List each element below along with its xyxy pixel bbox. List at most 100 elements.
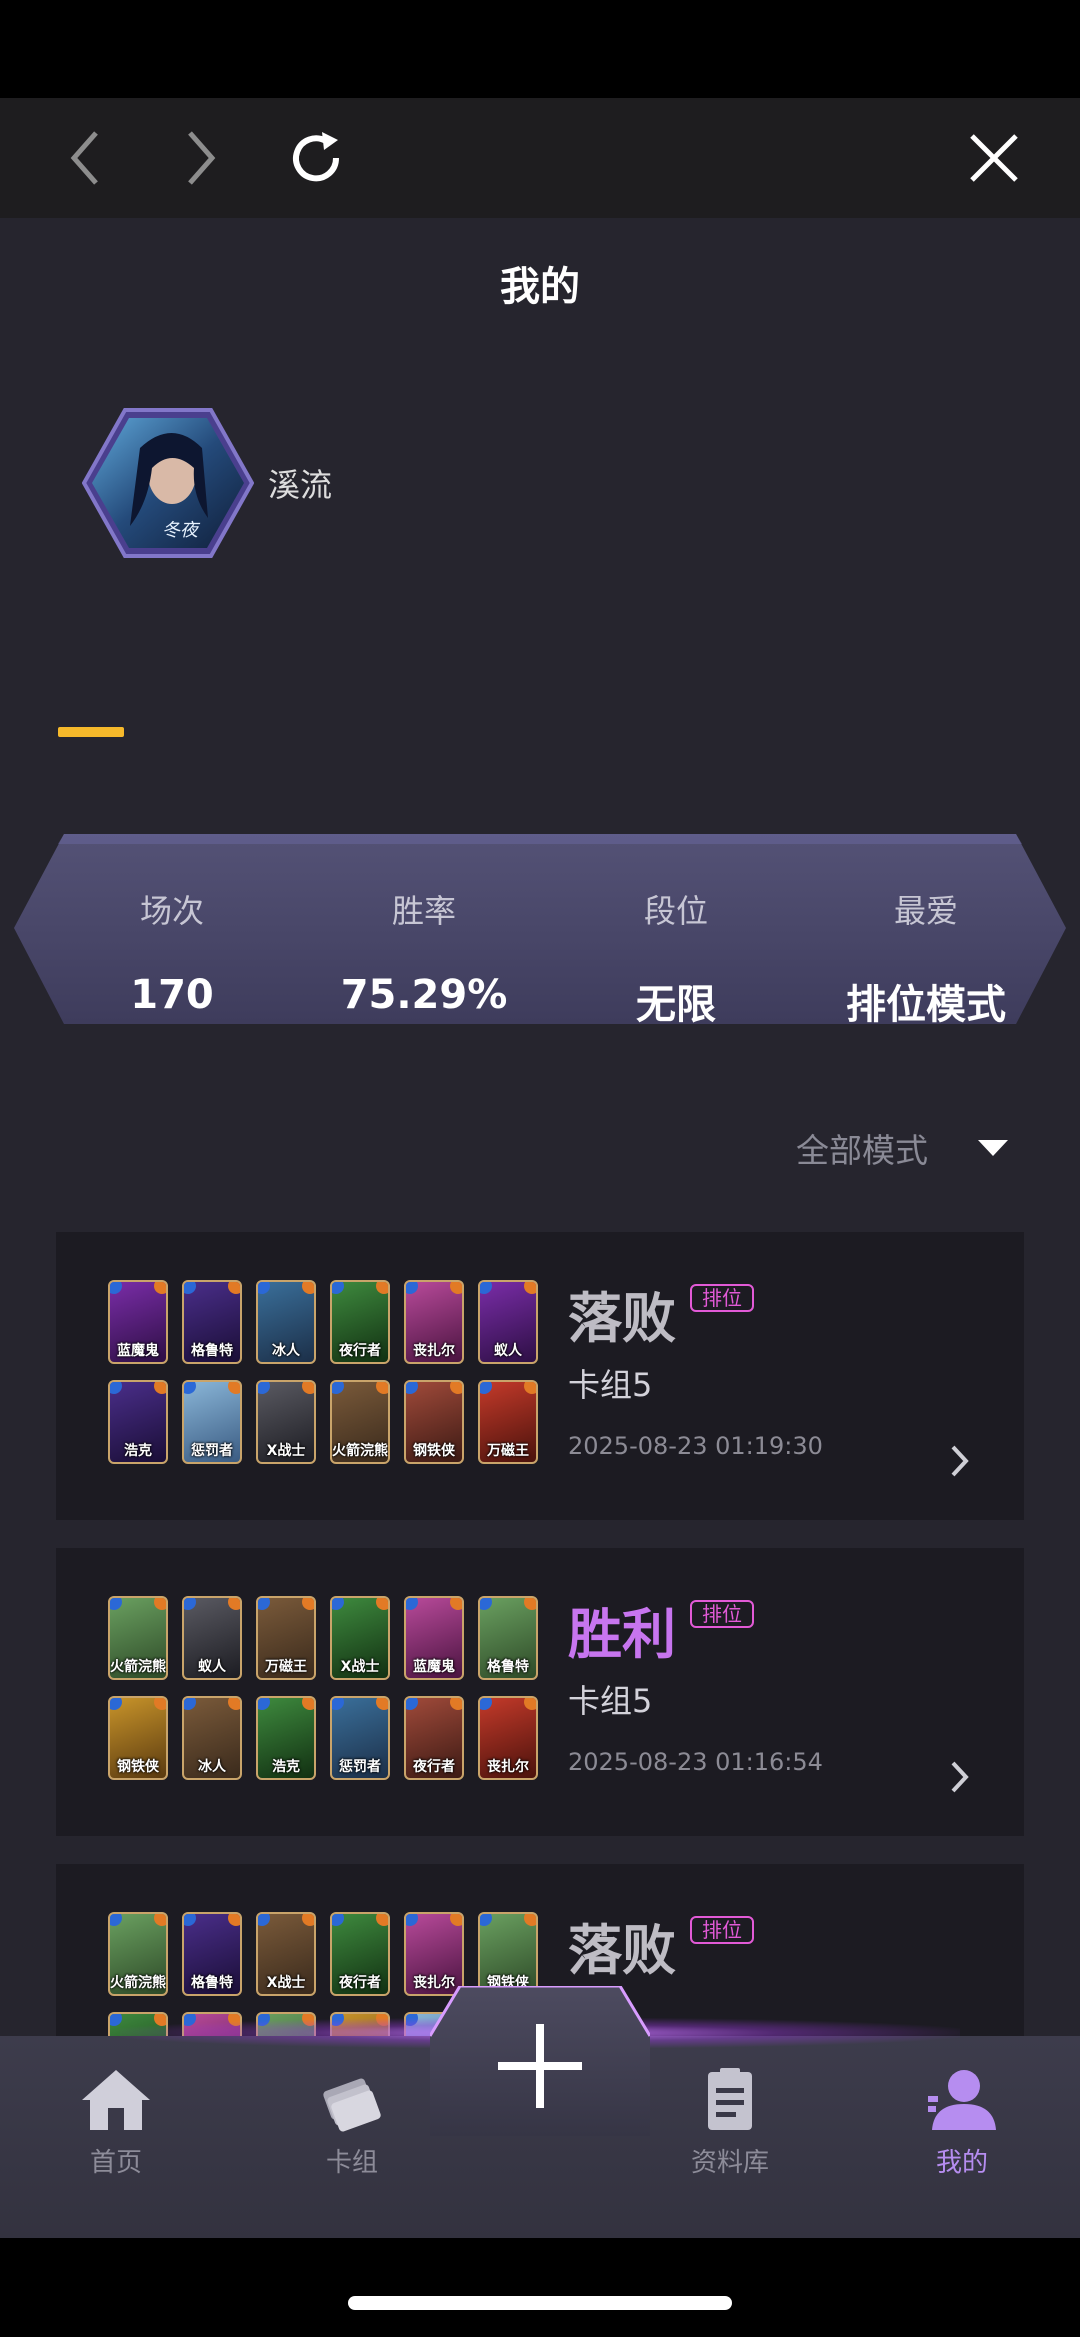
deck-card: 丧扎尔 — [404, 1280, 464, 1364]
deck-card: 格鲁特 — [478, 1596, 538, 1680]
deck-card: X战士 — [256, 1912, 316, 1996]
mode-filter-dropdown[interactable]: 全部模式 — [796, 1118, 1008, 1178]
home-indicator-area — [0, 2238, 1080, 2337]
card-name: 浩克 — [124, 1443, 152, 1459]
deck-card: 火箭浣熊 — [108, 1912, 168, 1996]
forward-button[interactable] — [160, 118, 240, 198]
match-result: 落败 — [568, 1919, 676, 1982]
deck-card: 惩罚者 — [182, 1380, 242, 1464]
deck-card: 丧扎尔 — [404, 1912, 464, 1996]
nav-library[interactable]: 资料库 — [650, 2068, 810, 2198]
power-icon — [228, 1598, 240, 1610]
username: 溪流 — [268, 466, 333, 504]
power-icon — [524, 1382, 536, 1394]
card-name: 钢铁侠 — [117, 1759, 159, 1775]
card-name: 钢铁侠 — [413, 1443, 455, 1459]
create-button[interactable] — [428, 1984, 652, 2136]
card-name: 蚁人 — [198, 1659, 226, 1675]
power-icon — [228, 1282, 240, 1294]
card-name: 夜行者 — [339, 1975, 381, 1991]
power-icon — [302, 1698, 314, 1710]
svg-text:冬夜: 冬夜 — [162, 520, 201, 541]
card-name: 冰人 — [198, 1759, 226, 1775]
back-button[interactable] — [46, 118, 126, 198]
close-icon — [970, 134, 1018, 182]
card-name: 惩罚者 — [339, 1759, 381, 1775]
match-time: 2025-08-23 01:19:30 — [568, 1432, 823, 1460]
card-name: 冰人 — [272, 1343, 300, 1359]
match-time: 2025-08-23 01:16:54 — [568, 1748, 823, 1776]
card-name: 蚁人 — [494, 1343, 522, 1359]
cost-icon — [480, 1282, 492, 1294]
nav-decks[interactable]: 卡组 — [272, 2068, 432, 2198]
power-icon — [450, 1282, 462, 1294]
cost-icon — [110, 1382, 122, 1394]
deck-card: 火箭浣熊 — [330, 1380, 390, 1464]
reload-button[interactable] — [278, 118, 358, 198]
card-name: 夜行者 — [413, 1759, 455, 1775]
power-icon — [154, 1914, 166, 1926]
card-name: 蓝魔鬼 — [117, 1343, 159, 1359]
stat-rank: 段位 无限 — [556, 834, 796, 1030]
chevron-left-icon — [70, 131, 98, 185]
stat-winrate: 胜率 75.29% — [304, 834, 544, 1018]
power-icon — [302, 1382, 314, 1394]
cost-icon — [480, 1698, 492, 1710]
power-icon — [450, 1598, 462, 1610]
power-icon — [154, 1282, 166, 1294]
power-icon — [302, 1282, 314, 1294]
card-name: 火箭浣熊 — [110, 1659, 166, 1675]
card-name: X战士 — [266, 1975, 306, 1991]
deck-card: 蚁人 — [182, 1596, 242, 1680]
cost-icon — [258, 1698, 270, 1710]
deck-card: 钢铁侠 — [404, 1380, 464, 1464]
power-icon — [228, 1382, 240, 1394]
stat-favorite: 最爱 排位模式 — [806, 834, 1046, 1030]
card-name: 丧扎尔 — [487, 1759, 529, 1775]
card-name: 惩罚者 — [191, 1443, 233, 1459]
deck-card: 格鲁特 — [182, 1912, 242, 1996]
stat-value: 170 — [130, 972, 214, 1018]
cost-icon — [258, 1382, 270, 1394]
power-icon — [524, 1914, 536, 1926]
avatar[interactable]: 冬夜 — [81, 408, 255, 558]
nav-home[interactable]: 首页 — [36, 2068, 196, 2198]
match-result: 胜利 — [568, 1603, 676, 1666]
stat-label: 最爱 — [893, 892, 958, 930]
card-name: 格鲁特 — [487, 1659, 529, 1675]
card-name: 格鲁特 — [191, 1343, 233, 1359]
power-icon — [524, 1698, 536, 1710]
card-name: 蓝魔鬼 — [413, 1659, 455, 1675]
document-icon — [708, 2068, 752, 2130]
power-icon — [376, 1382, 388, 1394]
cost-icon — [480, 1598, 492, 1610]
card-name: 火箭浣熊 — [332, 1443, 388, 1459]
refresh-icon — [293, 132, 340, 182]
nav-label: 首页 — [89, 2148, 142, 2178]
deck-card: 夜行者 — [330, 1912, 390, 1996]
stats-panel: 场次 170 胜率 75.29% 段位 无限 最爱 排位模式 — [14, 834, 1066, 1030]
deck-card: 冰人 — [256, 1280, 316, 1364]
deck-card: 浩克 — [256, 1696, 316, 1780]
nav-profile[interactable]: 我的 — [882, 2068, 1042, 2198]
power-icon — [376, 1282, 388, 1294]
stat-value: 75.29% — [340, 972, 508, 1018]
match-card[interactable]: 火箭浣熊 蚁人 万磁王 X战士 蓝魔鬼 格鲁特 钢铁侠 冰人 浩克 惩罚者 夜行者 丧扎尔 胜利 排位… — [56, 1548, 1024, 1836]
rank-badge: 排位 — [690, 1284, 754, 1312]
deck-card: 蚁人 — [478, 1280, 538, 1364]
stat-label: 胜率 — [391, 892, 456, 930]
chevron-right-icon — [188, 131, 216, 185]
power-icon — [376, 1598, 388, 1610]
cost-icon — [406, 1382, 418, 1394]
power-icon — [376, 1914, 388, 1926]
close-button[interactable] — [954, 118, 1034, 198]
deck-cards: 火箭浣熊 蚁人 万磁王 X战士 蓝魔鬼 格鲁特 钢铁侠 冰人 浩克 惩罚者 夜行者 丧扎尔 — [108, 1596, 548, 1786]
cost-icon — [110, 1598, 122, 1610]
stat-value: 排位模式 — [846, 982, 1006, 1028]
deck-card: 蓝魔鬼 — [404, 1596, 464, 1680]
cost-icon — [110, 1914, 122, 1926]
cost-icon — [406, 1598, 418, 1610]
match-card[interactable]: 蓝魔鬼 格鲁特 冰人 夜行者 丧扎尔 蚁人 浩克 惩罚者 X战士 火箭浣熊 钢铁侠 万磁王 落败 排位… — [56, 1232, 1024, 1520]
tab-indicator — [58, 727, 124, 737]
power-icon — [450, 1914, 462, 1926]
